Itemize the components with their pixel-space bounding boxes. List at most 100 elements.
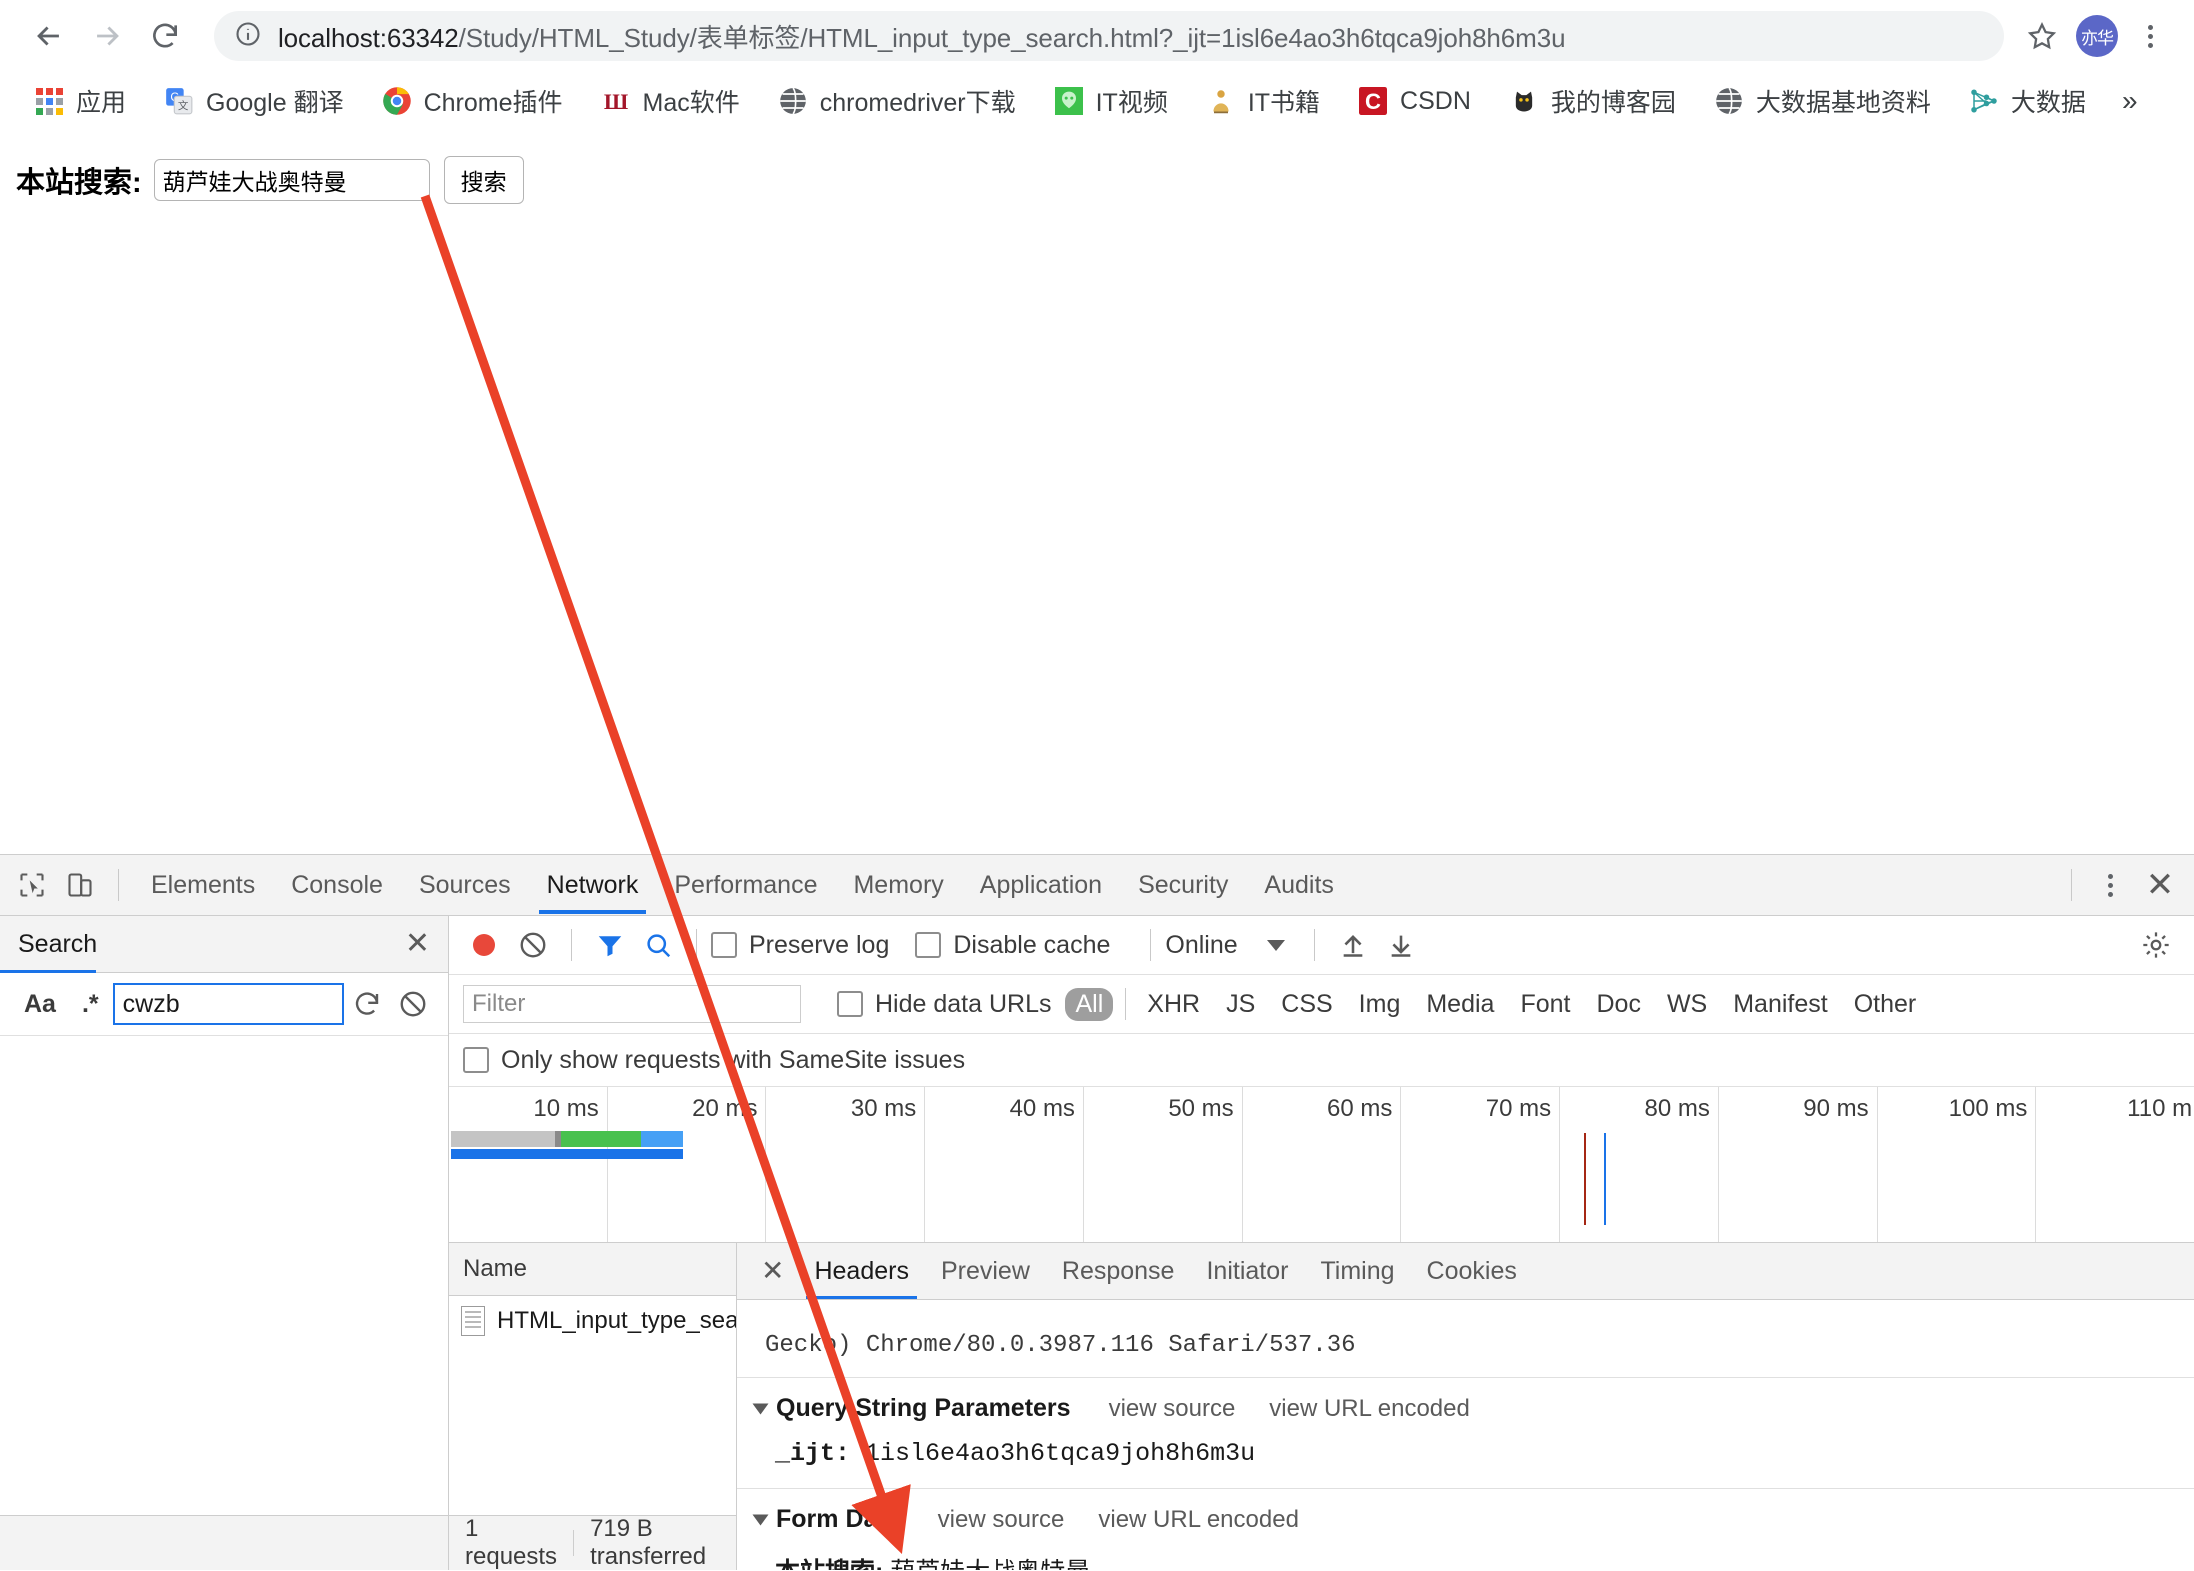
- back-button[interactable]: [22, 9, 76, 63]
- resource-type-xhr[interactable]: XHR: [1147, 990, 1200, 1019]
- inspect-element-icon[interactable]: [8, 861, 56, 909]
- query-view-url-encoded-link[interactable]: view URL encoded: [1269, 1395, 1470, 1423]
- cat-icon: [1509, 86, 1539, 116]
- bookmark-cnblogs[interactable]: 我的博客园: [1499, 80, 1686, 122]
- form-data-section-header[interactable]: Form Data view source view URL encoded: [737, 1489, 2194, 1544]
- resource-type-all[interactable]: All: [1065, 987, 1114, 1021]
- bookmark-mac-software[interactable]: Ш Mac软件: [591, 80, 750, 122]
- record-button-icon[interactable]: [473, 934, 495, 956]
- search-results-list[interactable]: [0, 1036, 448, 1515]
- timeline-tick: 100 ms: [1878, 1087, 2037, 1242]
- chrome-menu-icon[interactable]: [2128, 12, 2172, 60]
- resource-type-ws[interactable]: WS: [1667, 990, 1707, 1019]
- clear-network-log-icon[interactable]: [509, 922, 557, 968]
- browser-chrome: localhost:63342/Study/HTML_Study/表单标签/HT…: [0, 0, 2194, 130]
- resource-type-img[interactable]: Img: [1359, 990, 1401, 1019]
- devtools-tab-network[interactable]: Network: [529, 856, 657, 914]
- match-case-button[interactable]: Aa: [12, 990, 68, 1019]
- bookmark-chromedriver[interactable]: chromedriver下载: [768, 80, 1026, 122]
- chevron-down-icon[interactable]: [1252, 922, 1300, 968]
- caret-down-icon[interactable]: [752, 1403, 769, 1414]
- address-bar[interactable]: localhost:63342/Study/HTML_Study/表单标签/HT…: [214, 11, 2004, 61]
- reload-button[interactable]: [138, 9, 192, 63]
- timeline-tick: 20 ms: [608, 1087, 767, 1242]
- forward-button[interactable]: [80, 9, 134, 63]
- detail-close-icon[interactable]: ✕: [747, 1257, 798, 1285]
- detail-tab-response[interactable]: Response: [1046, 1244, 1191, 1299]
- resource-type-css[interactable]: CSS: [1281, 990, 1332, 1019]
- bookmark-chrome-plugins[interactable]: Chrome插件: [372, 80, 573, 122]
- caret-down-icon[interactable]: [752, 1514, 769, 1525]
- form-view-source-link[interactable]: view source: [938, 1506, 1065, 1534]
- bookmark-apps[interactable]: 应用: [24, 80, 136, 122]
- resource-type-manifest[interactable]: Manifest: [1733, 990, 1827, 1019]
- search-refresh-icon[interactable]: [344, 989, 390, 1019]
- headers-content: User-Agent: Mozilla/5.0 (Macintosh; Inte…: [737, 1300, 2194, 1570]
- devtools-tab-elements[interactable]: Elements: [133, 856, 273, 914]
- bookmark-bigdata[interactable]: 大数据: [1959, 80, 2096, 122]
- query-param-key: _ijt:: [775, 1439, 851, 1468]
- bookmarks-overflow-button[interactable]: »: [2114, 85, 2146, 117]
- timeline-tick: 30 ms: [766, 1087, 926, 1242]
- bookmark-it-video[interactable]: IT视频: [1044, 80, 1178, 122]
- detail-tab-initiator[interactable]: Initiator: [1190, 1244, 1304, 1299]
- devtools-tab-memory[interactable]: Memory: [835, 856, 961, 914]
- site-search-submit-button[interactable]: 搜索: [443, 156, 524, 204]
- detail-tab-cookies[interactable]: Cookies: [1411, 1244, 1533, 1299]
- site-search-form: 本站搜索: 搜索: [0, 130, 2194, 204]
- apps-grid-icon: [34, 86, 64, 116]
- search-panel-header: Search ✕: [0, 916, 448, 973]
- device-toolbar-icon[interactable]: [56, 861, 104, 909]
- google-translate-icon: G文: [164, 86, 194, 116]
- devtools-tab-security[interactable]: Security: [1120, 856, 1246, 914]
- devtools-tab-audits[interactable]: Audits: [1246, 856, 1351, 914]
- detail-tab-headers[interactable]: Headers: [798, 1244, 925, 1299]
- devtools-tab-application[interactable]: Application: [962, 856, 1120, 914]
- export-har-icon[interactable]: [1377, 922, 1425, 968]
- search-query-input[interactable]: [112, 983, 344, 1025]
- bookmark-it-books[interactable]: IT书籍: [1196, 80, 1330, 122]
- search-panel-close-icon[interactable]: ✕: [405, 929, 430, 959]
- devtools-tab-sources[interactable]: Sources: [401, 856, 529, 914]
- bookmark-google-translate[interactable]: G文 Google 翻译: [154, 80, 354, 122]
- bookmark-label: IT书籍: [1247, 89, 1321, 117]
- resource-type-doc[interactable]: Doc: [1596, 990, 1640, 1019]
- resource-type-font[interactable]: Font: [1520, 990, 1570, 1019]
- devtools-close-button[interactable]: ✕: [2134, 868, 2186, 902]
- filter-icon[interactable]: [586, 922, 634, 968]
- search-clear-icon[interactable]: [390, 989, 436, 1019]
- bookmark-bigdata-base[interactable]: 大数据基地资料: [1704, 80, 1941, 122]
- bookmark-label: 应用: [76, 89, 127, 117]
- form-view-url-encoded-link[interactable]: view URL encoded: [1098, 1506, 1299, 1534]
- devtools-more-icon[interactable]: [2086, 861, 2134, 909]
- bookmark-star-icon[interactable]: [2018, 12, 2066, 60]
- request-list-header[interactable]: Name: [449, 1243, 736, 1296]
- query-string-section-header[interactable]: Query String Parameters view source view…: [737, 1378, 2194, 1433]
- avatar[interactable]: 亦华: [2076, 15, 2118, 57]
- network-overview-timeline[interactable]: 10 ms 20 ms 30 ms 40 ms 50 ms 60 ms 70 m…: [449, 1087, 2194, 1243]
- devtools-tab-console[interactable]: Console: [273, 856, 401, 914]
- query-view-source-link[interactable]: view source: [1109, 1395, 1236, 1423]
- site-search-input[interactable]: [153, 159, 430, 201]
- search-requests-icon[interactable]: [634, 922, 682, 968]
- bookmark-csdn[interactable]: C CSDN: [1348, 80, 1481, 122]
- samesite-checkbox[interactable]: [463, 1047, 489, 1073]
- site-info-icon[interactable]: [234, 20, 262, 53]
- resource-type-js[interactable]: JS: [1226, 990, 1255, 1019]
- network-filter-input[interactable]: Filter: [463, 985, 801, 1023]
- user-agent-key: User-Agent:: [765, 1300, 923, 1303]
- network-settings-gear-icon[interactable]: [2132, 922, 2180, 968]
- disable-cache-checkbox[interactable]: [915, 932, 942, 958]
- preserve-log-checkbox[interactable]: [711, 932, 737, 958]
- timeline-tick: 60 ms: [1243, 1087, 1402, 1242]
- resource-type-other[interactable]: Other: [1854, 990, 1917, 1019]
- regex-button[interactable]: .*: [68, 990, 113, 1019]
- devtools-tab-performance[interactable]: Performance: [656, 856, 835, 914]
- detail-tab-timing[interactable]: Timing: [1304, 1244, 1410, 1299]
- throttling-select-value[interactable]: Online: [1165, 931, 1237, 960]
- resource-type-media[interactable]: Media: [1426, 990, 1494, 1019]
- import-har-icon[interactable]: [1329, 922, 1377, 968]
- detail-tab-preview[interactable]: Preview: [925, 1244, 1046, 1299]
- hide-data-urls-checkbox[interactable]: [837, 991, 863, 1017]
- table-row[interactable]: HTML_input_type_search.ht…: [449, 1296, 736, 1346]
